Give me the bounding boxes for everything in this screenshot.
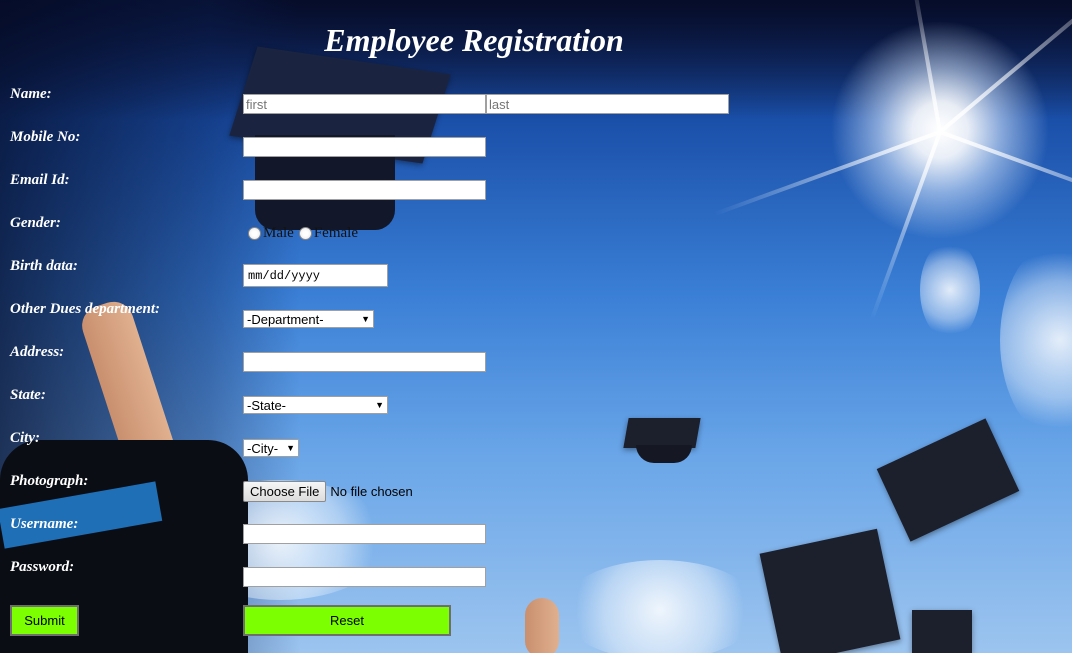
last-name-input[interactable] [486,94,729,114]
cloud [1000,240,1072,440]
page-title: Employee Registration [324,22,624,58]
password-label: Password: [10,559,75,575]
birth-date-value: mm/dd/yyyy [248,268,321,283]
triangle-down-icon: ▼ [375,400,384,410]
graduation-cap-icon [912,610,972,653]
photograph-label: Photograph: [10,473,89,489]
graduation-cap-icon [876,418,1020,542]
gender-label: Gender: [10,215,61,231]
reset-button[interactable]: Reset [243,605,451,636]
email-label: Email Id: [10,172,70,188]
triangle-down-icon: ▼ [361,314,370,324]
male-radio[interactable] [248,227,261,240]
choose-file-button[interactable]: Choose File [243,481,327,502]
city-selected: -City- [247,440,279,456]
first-name-input[interactable] [243,94,486,114]
username-input[interactable] [243,524,486,544]
photograph-file-input: Choose File No file chosen [243,481,413,502]
state-label: State: [10,387,46,403]
username-label: Username: [10,516,79,532]
female-radio[interactable] [298,227,312,240]
address-input[interactable] [243,352,486,372]
mobile-label: Mobile No: [10,129,81,145]
cloud [560,560,760,653]
birth-date-input[interactable]: mm/dd/yyyy [243,264,388,287]
graduation-cap-icon [623,418,701,448]
graduation-cap-icon [759,528,901,653]
address-label: Address: [10,344,65,360]
mobile-input[interactable] [243,137,486,157]
male-radio-label: Male [263,225,294,241]
password-input[interactable] [243,567,486,587]
email-input[interactable] [243,180,486,200]
city-label: City: [10,430,40,446]
department-selected: -Department- [247,311,324,327]
file-status: No file chosen [330,484,413,499]
state-select[interactable]: -State- ▼ [243,396,388,414]
department-select[interactable]: -Department- ▼ [243,310,374,328]
submit-button[interactable]: Submit [10,605,79,636]
department-label: Other Dues department: [10,301,160,317]
birth-date-label: Birth data: [10,258,78,274]
gender-options: Male Female [243,225,358,242]
female-radio-label: Female [313,225,358,241]
triangle-down-icon: ▼ [286,443,295,453]
cloud [920,240,980,340]
raised-hand [525,598,559,653]
name-label: Name: [10,86,52,102]
city-select[interactable]: -City- ▼ [243,439,299,457]
state-selected: -State- [247,397,287,413]
graduation-cap-icon [636,445,692,463]
